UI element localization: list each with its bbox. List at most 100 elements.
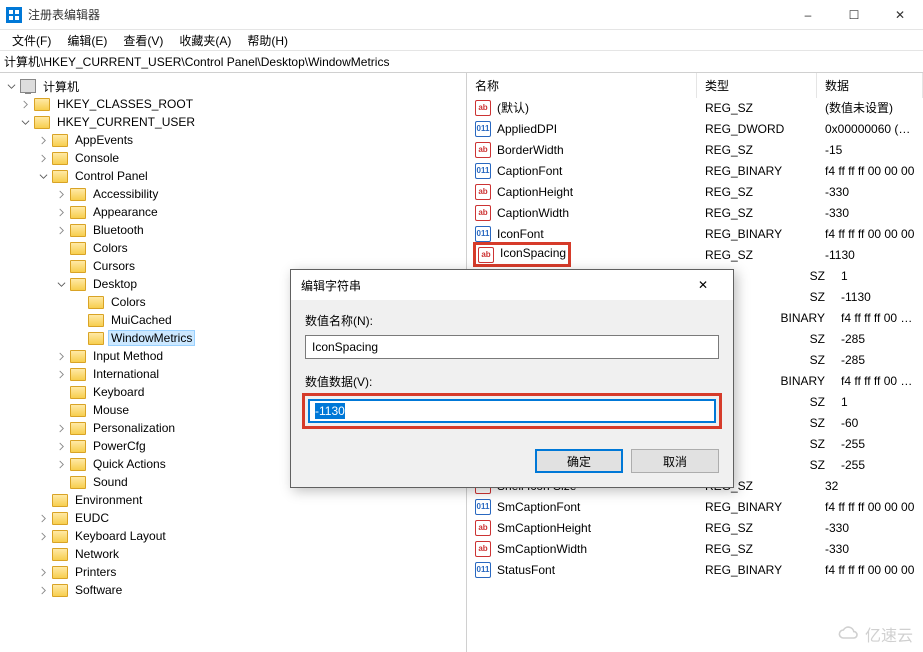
menu-fav[interactable]: 收藏夹(A)	[173, 30, 237, 51]
folder-icon	[70, 206, 86, 219]
binary-value-icon: 011	[475, 562, 491, 578]
chevron-right-icon[interactable]	[36, 154, 50, 163]
chevron-right-icon[interactable]	[18, 100, 32, 109]
folder-icon	[70, 278, 86, 291]
folder-icon	[70, 476, 86, 489]
tree-accessibility[interactable]: Accessibility	[0, 185, 466, 203]
chevron-down-icon[interactable]	[36, 172, 50, 181]
maximize-button[interactable]: ☐	[831, 0, 877, 30]
folder-icon	[70, 242, 86, 255]
ok-button[interactable]: 确定	[535, 449, 623, 473]
binary-value-icon: 011	[475, 226, 491, 242]
window-title: 注册表编辑器	[28, 6, 100, 23]
folder-icon	[52, 566, 68, 579]
col-name[interactable]: 名称	[467, 73, 697, 98]
chevron-right-icon[interactable]	[36, 586, 50, 595]
tree-colors[interactable]: Colors	[0, 239, 466, 257]
list-row[interactable]: 011AppliedDPIREG_DWORD0x00000060 (96)	[467, 118, 923, 139]
dialog-close-button[interactable]: ✕	[683, 271, 723, 299]
menu-edit[interactable]: 编辑(E)	[61, 30, 113, 51]
folder-icon	[52, 548, 68, 561]
chevron-right-icon[interactable]	[36, 532, 50, 541]
value-name-input[interactable]	[305, 335, 719, 359]
chevron-right-icon[interactable]	[54, 442, 68, 451]
tree-environment[interactable]: Environment	[0, 491, 466, 509]
tree-appevents[interactable]: AppEvents	[0, 131, 466, 149]
folder-icon	[70, 422, 86, 435]
menu-help[interactable]: 帮助(H)	[241, 30, 294, 51]
chevron-down-icon[interactable]	[18, 118, 32, 127]
list-row[interactable]: abSmCaptionHeightREG_SZ-330	[467, 517, 923, 538]
col-data[interactable]: 数据	[817, 73, 923, 98]
app-icon	[6, 7, 22, 23]
tree-appearance[interactable]: Appearance	[0, 203, 466, 221]
edit-string-dialog: 编辑字符串 ✕ 数值名称(N): 数值数据(V): -1130 确定 取消	[290, 269, 734, 488]
list-row[interactable]: abIconSpacingREG_SZ-1130	[467, 244, 923, 265]
list-row[interactable]: 011StatusFontREG_BINARYf4 ff ff ff 00 00…	[467, 559, 923, 580]
folder-icon	[70, 260, 86, 273]
chevron-down-icon[interactable]	[4, 82, 18, 91]
list-row[interactable]: 011CaptionFontREG_BINARYf4 ff ff ff 00 0…	[467, 160, 923, 181]
value-data-label: 数值数据(V):	[305, 373, 719, 390]
minimize-button[interactable]: –	[785, 0, 831, 30]
tree-console[interactable]: Console	[0, 149, 466, 167]
string-value-icon: ab	[475, 520, 491, 536]
folder-icon	[52, 584, 68, 597]
folder-icon	[88, 332, 104, 345]
string-value-icon: ab	[475, 100, 491, 116]
value-data-input[interactable]: -1130	[308, 399, 716, 423]
address-bar[interactable]: 计算机\HKEY_CURRENT_USER\Control Panel\Desk…	[0, 51, 923, 73]
string-value-icon: ab	[475, 184, 491, 200]
tree-hkcu[interactable]: HKEY_CURRENT_USER	[0, 113, 466, 131]
tree-software[interactable]: Software	[0, 581, 466, 599]
value-data-highlight: -1130	[302, 393, 722, 429]
list-row[interactable]: abCaptionWidthREG_SZ-330	[467, 202, 923, 223]
list-row[interactable]: abBorderWidthREG_SZ-15	[467, 139, 923, 160]
close-button[interactable]: ✕	[877, 0, 923, 30]
folder-icon	[70, 440, 86, 453]
chevron-right-icon[interactable]	[54, 352, 68, 361]
menu-view[interactable]: 查看(V)	[117, 30, 169, 51]
list-row[interactable]: abCaptionHeightREG_SZ-330	[467, 181, 923, 202]
chevron-right-icon[interactable]	[54, 226, 68, 235]
list-row[interactable]: 011IconFontREG_BINARYf4 ff ff ff 00 00 0…	[467, 223, 923, 244]
chevron-right-icon[interactable]	[36, 136, 50, 145]
cloud-icon	[837, 625, 861, 643]
content: 计算机 HKEY_CLASSES_ROOT HKEY_CURRENT_USER …	[0, 73, 923, 652]
tree-eudc[interactable]: EUDC	[0, 509, 466, 527]
chevron-right-icon[interactable]	[54, 424, 68, 433]
list-row[interactable]: abSmCaptionWidthREG_SZ-330	[467, 538, 923, 559]
tree-controlpanel[interactable]: Control Panel	[0, 167, 466, 185]
string-value-icon: ab	[475, 142, 491, 158]
folder-icon	[52, 494, 68, 507]
cancel-button[interactable]: 取消	[631, 449, 719, 473]
chevron-right-icon[interactable]	[54, 370, 68, 379]
computer-icon	[20, 79, 36, 93]
chevron-right-icon[interactable]	[54, 208, 68, 217]
dialog-title: 编辑字符串	[301, 277, 361, 294]
chevron-right-icon[interactable]	[36, 514, 50, 523]
folder-icon	[34, 98, 50, 111]
tree-printers[interactable]: Printers	[0, 563, 466, 581]
list-row[interactable]: ab(默认)REG_SZ(数值未设置)	[467, 97, 923, 118]
value-name-label: 数值名称(N):	[305, 312, 719, 329]
tree-bluetooth[interactable]: Bluetooth	[0, 221, 466, 239]
string-value-icon: ab	[475, 541, 491, 557]
chevron-right-icon[interactable]	[54, 460, 68, 469]
tree-network[interactable]: Network	[0, 545, 466, 563]
col-type[interactable]: 类型	[697, 73, 817, 98]
tree-kbdlayout[interactable]: Keyboard Layout	[0, 527, 466, 545]
chevron-right-icon[interactable]	[54, 190, 68, 199]
chevron-right-icon[interactable]	[36, 568, 50, 577]
chevron-down-icon[interactable]	[54, 280, 68, 289]
folder-icon	[70, 368, 86, 381]
binary-value-icon: 011	[475, 121, 491, 137]
list-header[interactable]: 名称 类型 数据	[467, 73, 923, 97]
string-value-icon: ab	[478, 247, 494, 263]
tree-hkcr[interactable]: HKEY_CLASSES_ROOT	[0, 95, 466, 113]
list-row[interactable]: 011SmCaptionFontREG_BINARYf4 ff ff ff 00…	[467, 496, 923, 517]
tree-root[interactable]: 计算机	[0, 77, 466, 95]
folder-icon	[52, 152, 68, 165]
menu-file[interactable]: 文件(F)	[6, 30, 57, 51]
dialog-titlebar[interactable]: 编辑字符串 ✕	[291, 270, 733, 300]
